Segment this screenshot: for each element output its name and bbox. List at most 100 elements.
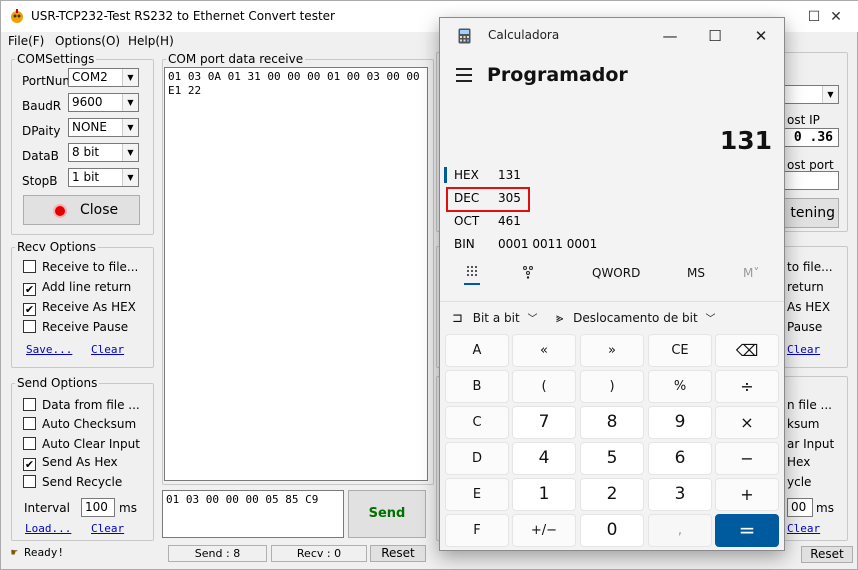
send-input[interactable]: 01 03 00 00 00 05 85 C9 xyxy=(162,490,344,538)
key-f[interactable]: F xyxy=(445,514,509,547)
main-close-button[interactable]: ✕ xyxy=(813,5,858,29)
key-9[interactable]: 9 xyxy=(648,406,712,439)
key-e[interactable]: E xyxy=(445,478,509,511)
listen-button[interactable]: tening xyxy=(781,198,839,228)
send-as-hex-checkbox[interactable]: ✔ Send As Hex xyxy=(23,455,118,471)
net-send-as-hex-label[interactable]: Hex xyxy=(787,455,810,469)
key-c[interactable]: C xyxy=(445,406,509,439)
bitshift-dropdown[interactable]: ⪢ Deslocamento de bit ﹀ xyxy=(556,310,716,326)
key-0[interactable]: 0 xyxy=(580,514,644,547)
bit-toggle-keypad-icon[interactable] xyxy=(522,265,534,279)
key-negate[interactable]: +/− xyxy=(512,514,576,547)
net-recv-to-file-label[interactable]: to file... xyxy=(787,260,833,274)
recv-pause-checkbox[interactable]: Receive Pause xyxy=(23,320,128,334)
net-send-recycle-label[interactable]: ycle xyxy=(787,475,811,489)
key-rotate-right[interactable]: » xyxy=(580,334,644,367)
calc-maximize-button[interactable]: ☐ xyxy=(693,25,737,49)
memory-store-button[interactable]: MS xyxy=(687,266,705,280)
radix-bin-name: BIN xyxy=(454,237,475,251)
net-auto-checksum-label[interactable]: ksum xyxy=(787,417,820,431)
portnum-value: COM2 xyxy=(72,70,108,84)
key-5[interactable]: 5 xyxy=(580,442,644,475)
recv-save-link[interactable]: Save... xyxy=(26,343,72,356)
menu-options[interactable]: Options(O) xyxy=(55,34,120,48)
net-recv-clear-link[interactable]: Clear xyxy=(787,343,820,356)
add-line-return-label: Add line return xyxy=(42,280,132,294)
calc-close-button[interactable]: ✕ xyxy=(739,25,783,49)
net-send-clear-link[interactable]: Clear xyxy=(787,522,820,535)
full-keypad-icon[interactable] xyxy=(466,265,478,279)
key-rotate-left[interactable]: « xyxy=(512,334,576,367)
key-close-paren[interactable]: ) xyxy=(580,370,644,403)
radix-hex-row[interactable]: HEX 131 xyxy=(454,165,521,185)
net-recv-as-hex-label[interactable]: As HEX xyxy=(787,300,830,314)
backspace-icon[interactable]: ⌫ xyxy=(715,334,779,367)
multiply-icon[interactable]: × xyxy=(715,406,779,439)
add-line-return-checkbox[interactable]: ✔ Add line return xyxy=(23,280,131,296)
key-6[interactable]: 6 xyxy=(648,442,712,475)
host-ip-input[interactable]: 0 .36 xyxy=(781,128,839,147)
radix-oct-name: OCT xyxy=(454,214,480,228)
net-reset-button[interactable]: Reset xyxy=(801,546,853,563)
calc-minimize-button[interactable]: — xyxy=(648,25,692,49)
reset-button[interactable]: Reset xyxy=(370,545,426,562)
minus-icon[interactable]: − xyxy=(715,442,779,475)
bitshift-label: Deslocamento de bit xyxy=(573,311,698,325)
auto-clear-input-label: Auto Clear Input xyxy=(42,437,140,451)
key-d[interactable]: D xyxy=(445,442,509,475)
close-port-button[interactable]: Close xyxy=(23,195,140,225)
recv-clear-link[interactable]: Clear xyxy=(91,343,124,356)
key-equals[interactable]: = xyxy=(715,514,779,547)
radix-bin-row[interactable]: BIN 0001 0011 0001 xyxy=(454,234,597,254)
divide-icon[interactable]: ÷ xyxy=(715,370,779,403)
key-2[interactable]: 2 xyxy=(580,478,644,511)
net-data-from-file-label[interactable]: n file ... xyxy=(787,398,832,412)
net-add-line-return-label[interactable]: return xyxy=(787,280,824,294)
net-interval-input[interactable]: 00 xyxy=(787,498,813,517)
net-auto-clear-input-label[interactable]: ar Input xyxy=(787,437,834,451)
databits-select[interactable]: 8 bit ▼ xyxy=(68,143,139,162)
key-decimal[interactable]: , xyxy=(648,514,712,547)
baudrate-select[interactable]: 9600 ▼ xyxy=(68,93,139,112)
interval-input[interactable]: 100 xyxy=(81,498,115,517)
dec-highlight-box xyxy=(446,187,530,212)
key-open-paren[interactable]: ( xyxy=(512,370,576,403)
data-from-file-label: Data from file ... xyxy=(42,398,140,412)
word-size-button[interactable]: QWORD xyxy=(592,266,640,280)
key-3[interactable]: 3 xyxy=(648,478,712,511)
hamburger-menu-icon[interactable] xyxy=(456,68,472,82)
plus-icon[interactable]: + xyxy=(715,478,779,511)
send-load-link[interactable]: Load... xyxy=(25,522,71,535)
menu-file[interactable]: File(F) xyxy=(8,34,44,48)
recv-to-file-checkbox[interactable]: Receive to file... xyxy=(23,260,138,274)
parity-select[interactable]: NONE ▼ xyxy=(68,118,139,137)
bitwise-dropdown[interactable]: ⊐ Bit a bit ﹀ xyxy=(452,310,537,326)
memory-list-button[interactable]: M˅ xyxy=(743,266,759,280)
recv-as-hex-checkbox[interactable]: ✔ Receive As HEX xyxy=(23,300,136,316)
portnum-select[interactable]: COM2 ▼ xyxy=(68,68,139,87)
key-a[interactable]: A xyxy=(445,334,509,367)
auto-checksum-checkbox[interactable]: Auto Checksum xyxy=(23,417,136,431)
radix-oct-row[interactable]: OCT 461 xyxy=(454,211,521,231)
protocol-select[interactable]: ▼ xyxy=(781,85,839,104)
key-8[interactable]: 8 xyxy=(580,406,644,439)
host-port-input[interactable] xyxy=(781,171,839,190)
menu-help[interactable]: Help(H) xyxy=(128,34,174,48)
send-recycle-checkbox[interactable]: Send Recycle xyxy=(23,475,122,489)
stopbits-select[interactable]: 1 bit ▼ xyxy=(68,168,139,187)
com-settings-legend: COMSettings xyxy=(17,52,95,66)
key-clear-entry[interactable]: CE xyxy=(648,334,712,367)
send-clear-link[interactable]: Clear xyxy=(91,522,124,535)
bit-operations-row: ⊐ Bit a bit ﹀ ⪢ Deslocamento de bit ﹀ xyxy=(440,301,784,331)
auto-clear-input-checkbox[interactable]: Auto Clear Input xyxy=(23,437,140,451)
key-7[interactable]: 7 xyxy=(512,406,576,439)
receive-textarea[interactable]: 01 03 0A 01 31 00 00 00 01 00 03 00 00 E… xyxy=(164,67,428,481)
net-recv-pause-label[interactable]: Pause xyxy=(787,320,822,334)
key-1[interactable]: 1 xyxy=(512,478,576,511)
data-from-file-checkbox[interactable]: Data from file ... xyxy=(23,398,140,412)
send-button[interactable]: Send xyxy=(348,490,426,538)
key-percent[interactable]: % xyxy=(648,370,712,403)
radix-bin-value: 0001 0011 0001 xyxy=(498,237,598,251)
key-b[interactable]: B xyxy=(445,370,509,403)
key-4[interactable]: 4 xyxy=(512,442,576,475)
